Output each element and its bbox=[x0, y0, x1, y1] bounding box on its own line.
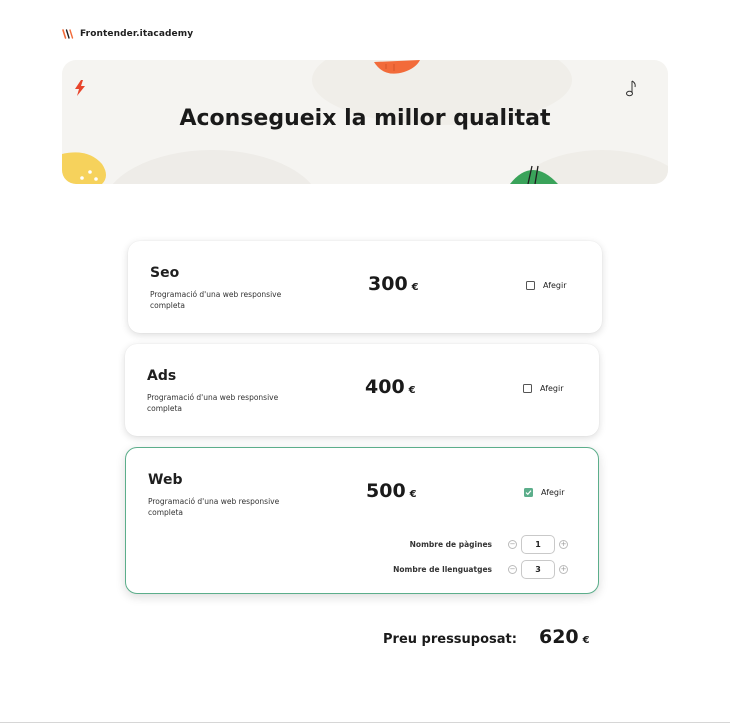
budget-summary: Preu pressuposat: 620 € bbox=[383, 626, 590, 648]
currency-symbol: € bbox=[411, 282, 419, 293]
checkmark-icon bbox=[525, 490, 532, 496]
service-card-seo: Seo Programació d'una web responsive com… bbox=[128, 241, 602, 333]
hero-title: Aconsegueix la millor qualitat bbox=[179, 106, 551, 131]
green-leaf-decoration bbox=[510, 165, 558, 184]
service-title: Web bbox=[148, 472, 183, 488]
budget-label: Preu pressuposat: bbox=[383, 632, 517, 647]
add-seo-checkbox[interactable] bbox=[526, 281, 535, 290]
yellow-blob-decoration bbox=[62, 152, 106, 184]
languages-option-row: Nombre de llenguatges − 3 + bbox=[393, 560, 568, 579]
pages-label: Nombre de pàgines bbox=[409, 540, 492, 549]
currency-symbol: € bbox=[409, 489, 417, 500]
brand-logo-icon bbox=[62, 29, 74, 39]
languages-count-input[interactable]: 3 bbox=[521, 560, 555, 579]
brand-name[interactable]: Frontender.itacademy bbox=[80, 29, 193, 39]
add-web-checkbox[interactable] bbox=[524, 488, 533, 497]
hero-banner: Aconsegueix la millor qualitat bbox=[62, 60, 668, 184]
currency-symbol: € bbox=[408, 385, 416, 396]
pages-increment-button[interactable]: + bbox=[559, 540, 568, 549]
languages-decrement-button[interactable]: − bbox=[508, 565, 517, 574]
add-ads-option[interactable]: Afegir bbox=[523, 384, 564, 393]
pages-count-input[interactable]: 1 bbox=[521, 535, 555, 554]
pages-option-row: Nombre de pàgines − 1 + bbox=[410, 535, 568, 554]
bottom-divider bbox=[0, 722, 730, 723]
add-label[interactable]: Afegir bbox=[540, 384, 564, 393]
pages-decrement-button[interactable]: − bbox=[508, 540, 517, 549]
service-title: Ads bbox=[147, 368, 177, 384]
lightning-icon bbox=[75, 80, 85, 96]
price-value: 500 bbox=[366, 480, 406, 502]
add-seo-option[interactable]: Afegir bbox=[526, 281, 567, 290]
budget-total: 620 bbox=[538, 626, 579, 648]
languages-increment-button[interactable]: + bbox=[559, 565, 568, 574]
service-card-ads: Ads Programació d'una web responsive com… bbox=[125, 344, 599, 436]
orange-leaf-decoration bbox=[374, 60, 420, 74]
service-description: Programació d'una web responsive complet… bbox=[147, 393, 279, 413]
add-ads-checkbox[interactable] bbox=[523, 384, 532, 393]
service-card-web: Web Programació d'una web responsive com… bbox=[125, 447, 599, 594]
price-value: 400 bbox=[365, 376, 405, 398]
service-price: 300 € bbox=[368, 273, 419, 295]
service-title: Seo bbox=[150, 265, 180, 281]
music-note-icon bbox=[626, 80, 636, 97]
currency-symbol: € bbox=[582, 635, 590, 646]
service-description: Programació d'una web responsive complet… bbox=[150, 290, 282, 310]
service-description: Programació d'una web responsive complet… bbox=[148, 497, 280, 517]
add-label[interactable]: Afegir bbox=[543, 281, 567, 290]
add-label[interactable]: Afegir bbox=[541, 488, 565, 497]
price-value: 300 bbox=[368, 273, 408, 295]
service-price: 500 € bbox=[366, 480, 417, 502]
service-price: 400 € bbox=[365, 376, 416, 398]
header: Frontender.itacademy bbox=[62, 28, 193, 40]
add-web-option[interactable]: Afegir bbox=[524, 488, 565, 497]
languages-label: Nombre de llenguatges bbox=[393, 565, 492, 574]
